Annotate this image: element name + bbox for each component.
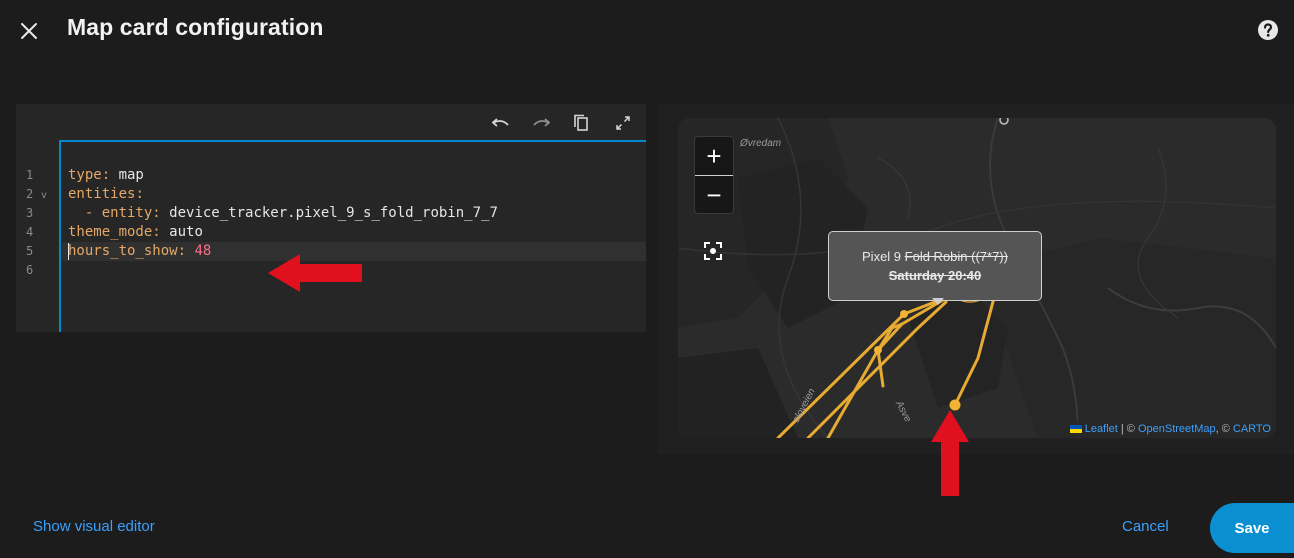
line-number-gutter: 1 2v 3 4 5 6 bbox=[16, 166, 56, 280]
yaml-list-marker: - bbox=[68, 205, 102, 221]
zoom-in-button[interactable]: + bbox=[695, 137, 733, 175]
code-line[interactable]: entities: bbox=[62, 185, 646, 204]
code-line[interactable]: theme_mode: auto bbox=[62, 223, 646, 242]
yaml-code-editor[interactable]: 1 2v 3 4 5 6 type: map entities: - entit… bbox=[16, 104, 646, 332]
focus-target-icon bbox=[704, 242, 722, 260]
editor-gutter-border bbox=[59, 140, 61, 332]
yaml-separator: : bbox=[177, 243, 195, 259]
undo-icon bbox=[492, 118, 509, 127]
leaflet-link[interactable]: Leaflet bbox=[1085, 423, 1118, 435]
save-button[interactable]: Save bbox=[1210, 503, 1294, 553]
yaml-key: entity bbox=[101, 205, 153, 221]
close-icon bbox=[21, 23, 37, 39]
popup-device-name-struck: Fold Robin ((7*7)) bbox=[904, 249, 1008, 264]
yaml-separator: : bbox=[152, 205, 170, 221]
show-visual-editor-button[interactable]: Show visual editor bbox=[33, 518, 155, 535]
line-number: 1 bbox=[26, 168, 34, 182]
yaml-value: auto bbox=[169, 224, 203, 240]
popup-device-name: Pixel 9 bbox=[862, 249, 905, 264]
yaml-key: theme_mode bbox=[68, 224, 153, 240]
map-view[interactable]: Øvredam sloveien Asve + − Pixel 9 Fold R… bbox=[678, 118, 1276, 438]
map-attribution: Leaflet | © OpenStreetMap, © CARTO bbox=[1064, 420, 1276, 438]
openstreetmap-link[interactable]: OpenStreetMap bbox=[1138, 423, 1216, 435]
fullscreen-button[interactable] bbox=[612, 112, 634, 134]
redo-button[interactable] bbox=[530, 112, 552, 134]
yaml-key: type bbox=[68, 167, 102, 183]
annotation-arrow-left-icon bbox=[268, 254, 362, 292]
map-popup: Pixel 9 Fold Robin ((7*7)) Saturday 20:4… bbox=[828, 231, 1042, 301]
yaml-key: entities bbox=[68, 186, 136, 202]
yaml-value: map bbox=[118, 167, 144, 183]
yaml-value: device_tracker.pixel_9_s_fold_robin_7_7 bbox=[169, 205, 498, 221]
cancel-button[interactable]: Cancel bbox=[1122, 518, 1169, 535]
yaml-separator: : bbox=[101, 167, 119, 183]
close-button[interactable] bbox=[14, 16, 44, 46]
popup-timestamp: Saturday 20:40 bbox=[888, 268, 982, 283]
code-line[interactable]: type: map bbox=[62, 166, 646, 185]
editor-focus-border bbox=[59, 140, 646, 142]
yaml-key: hours_to_show bbox=[68, 243, 178, 259]
annotation-arrow-up-icon bbox=[931, 410, 969, 496]
attribution-separator: | © bbox=[1117, 423, 1138, 435]
line-number: 4 bbox=[26, 225, 34, 239]
dialog-title: Map card configuration bbox=[67, 14, 324, 40]
map-preview-panel: Øvredam sloveien Asve + − Pixel 9 Fold R… bbox=[658, 104, 1294, 454]
carto-link[interactable]: CARTO bbox=[1233, 423, 1271, 435]
ukraine-flag-icon bbox=[1069, 425, 1082, 434]
yaml-separator: : bbox=[152, 224, 170, 240]
map-place-label: Øvredam bbox=[740, 138, 782, 149]
redo-icon bbox=[533, 118, 550, 127]
popup-title: Pixel 9 Fold Robin ((7*7)) bbox=[829, 249, 1041, 264]
fit-map-button[interactable] bbox=[698, 236, 728, 266]
undo-button[interactable] bbox=[490, 112, 512, 134]
copy-button[interactable] bbox=[570, 112, 592, 134]
dialog-header: Map card configuration bbox=[0, 0, 1294, 64]
expand-icon bbox=[616, 116, 630, 130]
line-number: 5 bbox=[26, 244, 34, 258]
line-number: 6 bbox=[26, 263, 34, 277]
help-button[interactable] bbox=[1256, 18, 1280, 42]
help-circle-icon bbox=[1258, 20, 1278, 40]
zoom-out-button[interactable]: − bbox=[695, 176, 733, 214]
line-number: 2v bbox=[16, 185, 56, 204]
popup-tip bbox=[932, 298, 944, 305]
line-number: 3 bbox=[26, 206, 34, 220]
zoom-control: + − bbox=[694, 136, 734, 214]
editor-toolbar bbox=[16, 104, 646, 140]
code-line[interactable]: - entity: device_tracker.pixel_9_s_fold_… bbox=[62, 204, 646, 223]
yaml-separator: : bbox=[135, 186, 144, 202]
fold-chevron-icon[interactable]: v bbox=[41, 186, 47, 205]
attribution-separator: , © bbox=[1215, 423, 1233, 435]
copy-icon bbox=[574, 114, 588, 131]
yaml-value-number: 48 bbox=[194, 243, 212, 259]
